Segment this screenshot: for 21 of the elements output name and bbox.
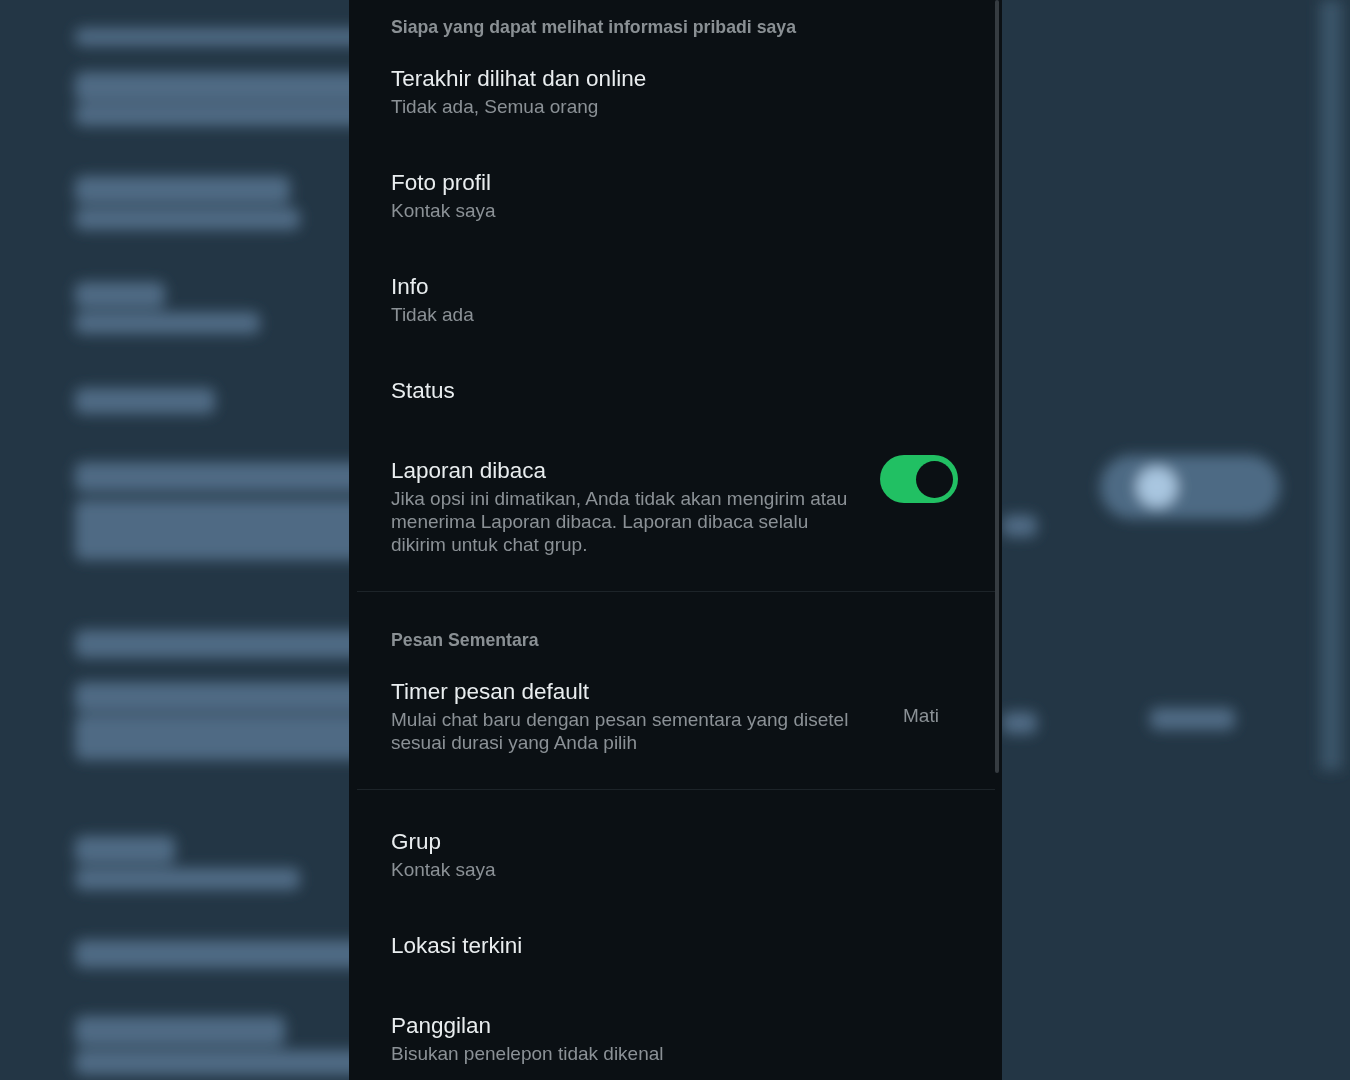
setting-subtitle: Tidak ada [391, 302, 475, 326]
setting-title: Info [391, 272, 430, 301]
setting-title: Laporan dibaca [391, 456, 548, 485]
setting-subtitle: Kontak saya [391, 198, 497, 222]
section-header: Siapa yang dapat melihat informasi pribadi saya [391, 17, 796, 37]
toggle-switch[interactable] [880, 455, 958, 503]
setting-subtitle: Tidak ada, Semua orang [391, 94, 600, 118]
setting-title: Lokasi terkini [391, 932, 524, 960]
setting-subtitle: Kontak saya [391, 857, 497, 881]
setting-title: Panggilan [391, 1011, 493, 1040]
setting-subtitle: Jika opsi ini dimatikan, Anda tidak akan mengirim atau menerima Laporan dibaca. Laporan dibaca selalu dikirim untuk chat grup. [391, 486, 849, 556]
setting-value: Mati [903, 704, 939, 727]
setting-title: Timer pesan default [391, 677, 591, 706]
setting-title: Terakhir dilihat dan online [391, 64, 648, 93]
setting-subtitle: Bisukan penelepon tidak dikenal [391, 1041, 665, 1065]
scroll-bar[interactable] [995, 0, 999, 773]
setting-subtitle: Mulai chat baru dengan pesan sementara yang disetel sesuai durasi yang Anda pilih [391, 707, 850, 754]
setting-title: Foto profil [391, 168, 493, 197]
section-header: Pesan Sementara [391, 630, 539, 650]
setting-title: Status [391, 377, 456, 405]
setting-title: Grup [391, 827, 443, 856]
